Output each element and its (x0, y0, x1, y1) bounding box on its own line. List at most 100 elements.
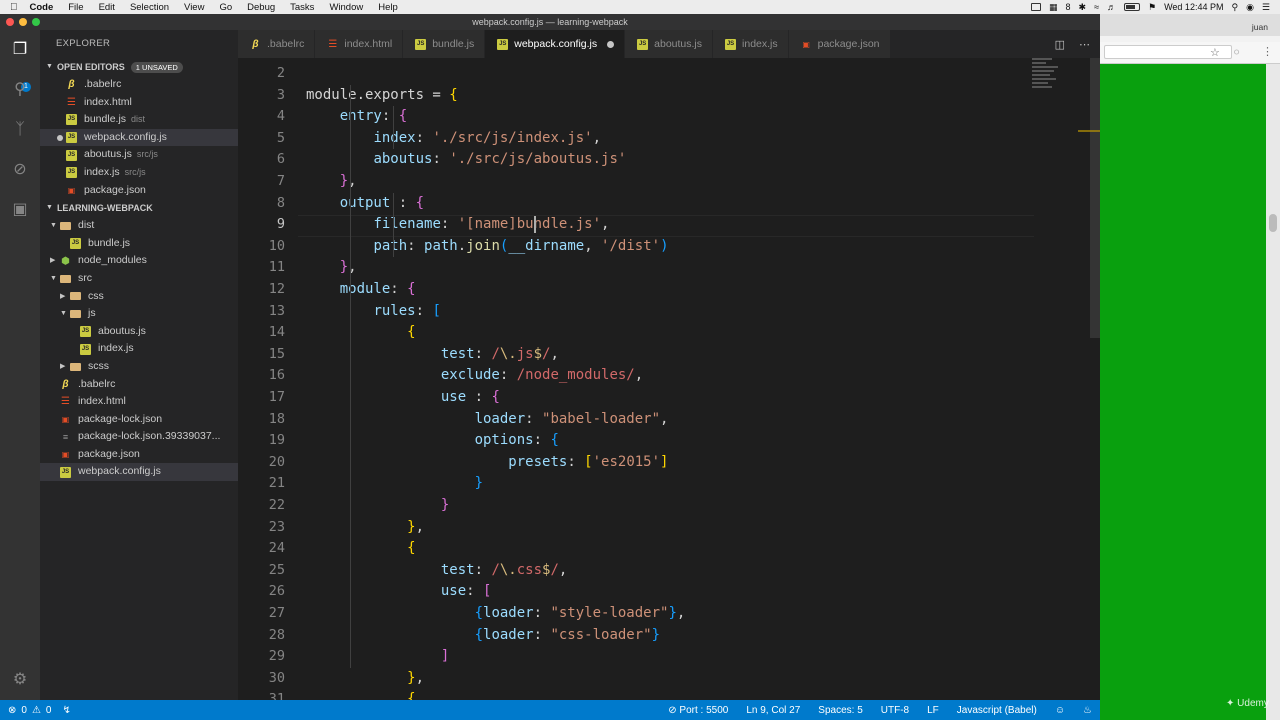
spotlight-icon[interactable]: ⚲ (1231, 2, 1238, 13)
menu-selection[interactable]: Selection (130, 2, 169, 13)
code-line[interactable]: 15 test: /\.js$/, (238, 344, 1038, 366)
minimap[interactable] (1032, 58, 1072, 118)
code-line[interactable]: 7 }, (238, 171, 1038, 193)
code-line[interactable]: 19 options: { (238, 430, 1038, 452)
search-icon[interactable]: ⚲ (10, 80, 30, 100)
wifi-icon[interactable]: ≈ (1094, 2, 1099, 12)
source-control-icon[interactable]: ᛉ (10, 120, 30, 140)
tab-babelrc[interactable]: β .babelrc (238, 30, 316, 58)
project-header[interactable]: ▼ LEARNING-WEBPACK (40, 199, 238, 217)
explorer-icon[interactable]: ❐ (10, 40, 30, 60)
code-line[interactable]: 24 { (238, 538, 1038, 560)
more-actions-icon[interactable]: ⋯ (1079, 38, 1090, 51)
code-editor[interactable]: 2 3 module.exports = {4 entry: {5 index: '… (238, 58, 1100, 700)
editor-scrollbar[interactable] (1090, 58, 1100, 338)
encoding[interactable]: UTF-8 (881, 705, 909, 716)
indentation[interactable]: Spaces: 5 (818, 705, 862, 716)
open-editor-item[interactable]: JS webpack.config.js (40, 128, 238, 147)
tree-file[interactable]: JS bundle.js (40, 235, 238, 253)
browser-scrollbar[interactable] (1266, 64, 1280, 720)
error-icon[interactable]: ⊗ (8, 705, 16, 716)
menu-view[interactable]: View (184, 2, 204, 13)
close-window-button[interactable] (6, 18, 14, 26)
menu-help[interactable]: Help (378, 2, 398, 13)
code-line[interactable]: 11 }, (238, 257, 1038, 279)
clock[interactable]: Wed 12:44 PM (1164, 2, 1223, 12)
tree-file[interactable]: ☰ index.html (40, 393, 238, 411)
code-line[interactable]: 5 index: './src/js/index.js', (238, 128, 1038, 150)
tab-webpack-config-js[interactable]: JS webpack.config.js (485, 30, 626, 58)
code-line[interactable]: 20 presets: ['es2015'] (238, 452, 1038, 474)
tree-file[interactable]: JS aboutus.js (40, 323, 238, 341)
battery-icon[interactable] (1124, 3, 1141, 11)
code-line[interactable]: 10 path: path.join(__dirname, '/dist') (238, 236, 1038, 258)
code-line[interactable]: 28 {loader: "css-loader"} (238, 625, 1038, 647)
code-line[interactable]: 26 use: [ (238, 581, 1038, 603)
menu-list-icon[interactable]: ☰ (1262, 2, 1270, 13)
browser-user[interactable]: juan (1252, 22, 1268, 32)
open-editor-item[interactable]: JS bundle.js dist (40, 111, 238, 129)
end-of-line[interactable]: LF (927, 705, 939, 716)
code-line[interactable]: 31 { (238, 689, 1038, 700)
extensions-icon[interactable]: ▣ (10, 200, 30, 220)
live-server-port[interactable]: ⊘ Port : 5500 (668, 705, 728, 716)
code-line[interactable]: 21 } (238, 473, 1038, 495)
tab-index-html[interactable]: ☰ index.html (315, 30, 404, 58)
feedback-smiley-icon[interactable]: ☺ (1055, 705, 1065, 716)
bookmark-star-icon[interactable]: ☆ (1210, 46, 1220, 59)
unsaved-dot-icon[interactable] (607, 40, 615, 48)
menu-window[interactable]: Window (329, 2, 363, 13)
tab-package-json[interactable]: ▣ package.json (788, 30, 891, 58)
open-editors-header[interactable]: ▼ OPEN EDITORS 1 UNSAVED (40, 58, 238, 76)
tree-file[interactable]: ≡ package-lock.json.39339037... (40, 428, 238, 446)
screen-share-icon[interactable] (1030, 3, 1041, 11)
tree-folder[interactable]: ▶ ⬢ node_modules (40, 252, 238, 270)
siri-icon[interactable]: ◉ (1246, 2, 1254, 13)
menu-app[interactable]: Code (30, 2, 54, 13)
code-line[interactable]: 3 module.exports = { (238, 85, 1038, 107)
code-line[interactable]: 4 entry: { (238, 106, 1038, 128)
menu-tasks[interactable]: Tasks (290, 2, 314, 13)
code-line[interactable]: 25 test: /\.css$/, (238, 560, 1038, 582)
code-line[interactable]: 14 { (238, 322, 1038, 344)
flag-icon[interactable]: ⚑ (1148, 2, 1156, 13)
tab-aboutus-js[interactable]: JS aboutus.js (625, 30, 714, 58)
split-editor-icon[interactable]: ◫ (1055, 38, 1065, 51)
warning-icon[interactable]: ⚠ (32, 705, 41, 716)
open-editor-item[interactable]: JS index.js src/js (40, 164, 238, 182)
open-editor-item[interactable]: β .babelrc (40, 76, 238, 94)
tree-file[interactable]: β .babelrc (40, 376, 238, 394)
code-line[interactable]: 2 (238, 63, 1038, 85)
volume-icon[interactable]: ♬ (1107, 2, 1116, 12)
menu-file[interactable]: File (68, 2, 83, 13)
tree-file[interactable]: JS webpack.config.js (40, 463, 238, 482)
code-line[interactable]: 22 } (238, 495, 1038, 517)
language-mode[interactable]: Javascript (Babel) (957, 705, 1037, 716)
code-line[interactable]: 9 filename: '[name]bundle.js', (238, 214, 1038, 236)
apple-icon[interactable]:  (10, 2, 18, 13)
code-line[interactable]: 16 exclude: /node_modules/, (238, 365, 1038, 387)
error-count[interactable]: 0 (21, 705, 27, 716)
bell-icon[interactable]: ♨ (1083, 705, 1092, 716)
code-line[interactable]: 6 aboutus: './src/js/aboutus.js' (238, 149, 1038, 171)
tree-folder[interactable]: ▶ scss (40, 358, 238, 376)
notification-icon[interactable]: ▦ (1049, 2, 1058, 13)
tree-file[interactable]: ▣ package-lock.json (40, 411, 238, 429)
open-editor-item[interactable]: ☰ index.html (40, 94, 238, 112)
tree-folder[interactable]: ▼ src (40, 270, 238, 288)
code-line[interactable]: 13 rules: [ (238, 301, 1038, 323)
code-line[interactable]: 29 ] (238, 646, 1038, 668)
tab-bundle-js[interactable]: JS bundle.js (403, 30, 486, 58)
tree-file[interactable]: JS index.js (40, 340, 238, 358)
code-line[interactable]: 17 use : { (238, 387, 1038, 409)
tree-folder[interactable]: ▶ css (40, 288, 238, 306)
tree-folder[interactable]: ▼ js (40, 305, 238, 323)
debug-icon[interactable]: ⊘ (10, 160, 30, 180)
zoom-window-button[interactable] (32, 18, 40, 26)
code-line[interactable]: 23 }, (238, 517, 1038, 539)
menu-edit[interactable]: Edit (99, 2, 115, 13)
lightning-icon[interactable]: ↯ (62, 705, 70, 716)
warning-count[interactable]: 0 (46, 705, 52, 716)
menu-go[interactable]: Go (219, 2, 232, 13)
code-line[interactable]: 18 loader: "babel-loader", (238, 409, 1038, 431)
